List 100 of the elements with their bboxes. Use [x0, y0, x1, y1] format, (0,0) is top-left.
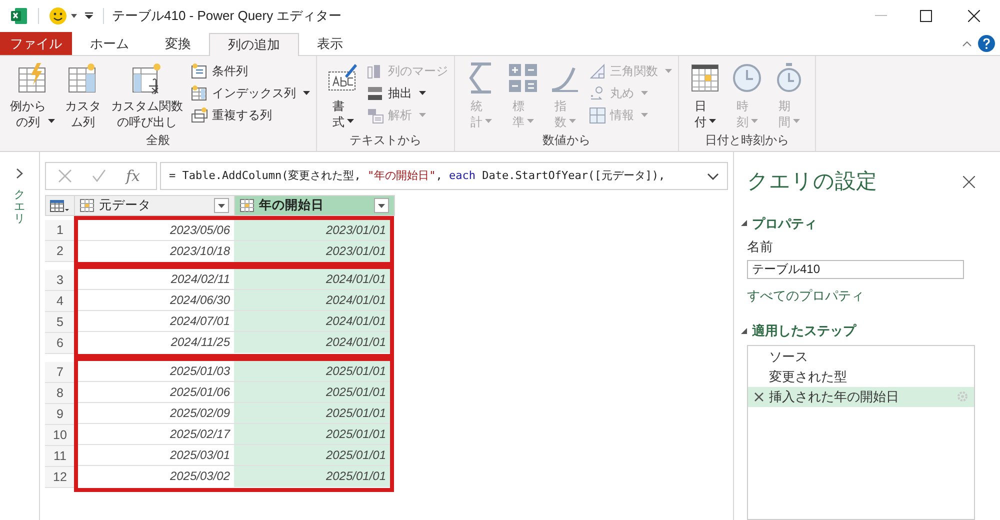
name-field[interactable]: テーブル410 — [747, 260, 964, 279]
caret-icon — [346, 119, 354, 123]
filter-dropdown-icon[interactable] — [214, 198, 229, 213]
row-number: 6 — [45, 333, 75, 354]
caret-icon — [419, 91, 426, 95]
button-label: カスタム関数 — [111, 98, 183, 114]
ribbon-button[interactable]: カスタム関数 の呼び出し — [107, 62, 187, 131]
ribbon-tab[interactable]: 列の追加 — [209, 33, 299, 56]
ribbon-button[interactable]: 例から の列 — [6, 62, 59, 131]
section-heading: プロパティ — [752, 214, 817, 232]
row-number: 10 — [45, 425, 75, 446]
check-icon[interactable] — [92, 169, 106, 183]
group-label: 数値から — [542, 132, 592, 149]
table-cell: 2025/01/01 — [234, 403, 390, 423]
button-label: 書 — [332, 98, 344, 114]
collapse-ribbon-icon[interactable] — [962, 41, 972, 47]
extract-icon — [367, 84, 384, 102]
table-cell: 2025/01/01 — [234, 361, 390, 381]
button-label: 式 — [332, 114, 344, 130]
caret-icon — [303, 91, 310, 95]
table-cell: 2025/01/01 — [234, 445, 390, 465]
collapse-triangle-icon[interactable] — [741, 328, 747, 334]
row-number: 12 — [45, 467, 75, 488]
caret-icon — [419, 113, 426, 117]
clock-icon — [731, 62, 763, 94]
button-label: 刻 — [736, 114, 748, 130]
lightning-table-icon — [16, 62, 48, 94]
delete-step-icon[interactable] — [754, 392, 764, 402]
step-item[interactable]: 挿入された年の開始日 — [748, 386, 974, 407]
maximize-icon[interactable] — [920, 10, 932, 22]
pane-title: クエリの設定 — [747, 169, 878, 195]
ribbon-button[interactable]: 条件列 — [191, 62, 310, 80]
info-grid-icon — [589, 106, 606, 124]
file-tab[interactable]: ファイル — [0, 32, 72, 55]
close-icon[interactable] — [968, 10, 980, 22]
table-cell: 2023/01/01 — [234, 241, 390, 262]
insert-function-button[interactable]: fx — [126, 164, 140, 188]
step-item[interactable]: 変更された型 — [748, 366, 974, 387]
button-label: 期 — [778, 98, 790, 114]
ribbon-tab[interactable]: 表示 — [299, 32, 361, 55]
calendar-icon — [689, 62, 721, 94]
parse-icon — [367, 106, 384, 124]
button-label: 例から — [10, 98, 46, 114]
ribbon-button[interactable]: 重複する列 — [191, 106, 310, 124]
row-number: 7 — [45, 362, 75, 383]
smiley-icon[interactable] — [49, 7, 67, 25]
button-label: の呼び出し — [117, 114, 177, 130]
table-cell: 2025/01/01 — [234, 466, 390, 487]
table-cell: 2024/01/01 — [234, 332, 390, 353]
table-function-icon — [131, 62, 163, 94]
column-header[interactable]: 年の開始日 — [235, 195, 395, 216]
customize-icon[interactable] — [83, 11, 95, 21]
table-cell: 2023/01/01 — [234, 220, 390, 240]
row-number: 3 — [45, 270, 75, 291]
button-label: 日 — [694, 98, 706, 114]
window-title: テーブル410 - Power Query エディター — [112, 7, 342, 26]
help-icon[interactable] — [978, 35, 995, 52]
ribbon-button[interactable]: カスタ ム列 — [61, 62, 105, 131]
collapse-triangle-icon[interactable] — [741, 220, 747, 226]
button-label: 計 — [470, 114, 482, 130]
table-cell: 2025/01/01 — [234, 382, 390, 402]
caret-icon — [792, 119, 800, 123]
close-icon[interactable] — [963, 176, 975, 188]
step-item[interactable]: ソース — [748, 346, 974, 367]
properties-link[interactable]: すべてのプロパティ — [747, 286, 864, 306]
row-number: 9 — [45, 404, 75, 425]
table-cell: 2025/01/01 — [234, 424, 390, 444]
table-menu-icon[interactable] — [50, 200, 70, 212]
row-number: 5 — [45, 312, 75, 333]
queries-pane-label[interactable]: クエリ — [14, 189, 25, 226]
formula-field[interactable]: = Table.AddColumn(変更された型, "年の開始日", each Date.StartOfYear([元データ]), — [160, 162, 728, 190]
button-label: 間 — [778, 114, 790, 130]
calendar-icon — [240, 199, 254, 212]
filter-dropdown-icon[interactable] — [374, 198, 389, 213]
column-header[interactable]: 元データ — [75, 195, 235, 216]
row-number: 1 — [45, 220, 75, 241]
table-cell: 2024/01/01 — [234, 311, 390, 331]
ribbon-button[interactable]: 書 式 — [323, 62, 363, 131]
ribbon-button[interactable]: 日 付 — [685, 62, 725, 131]
ribbon-tab[interactable]: ホーム — [72, 32, 147, 55]
caret-icon — [708, 119, 716, 123]
caret-icon — [641, 113, 648, 117]
button-label: カスタ — [65, 98, 101, 114]
button-label: の列 — [16, 114, 40, 130]
caret-icon — [48, 119, 55, 123]
expand-icon[interactable] — [16, 168, 23, 179]
chevron-down-icon[interactable] — [707, 172, 719, 180]
triangle-ruler-icon — [589, 62, 606, 80]
ribbon-tab[interactable]: 変換 — [147, 32, 209, 55]
row-number: 2 — [45, 241, 75, 262]
button-label: 統 — [470, 98, 482, 114]
row-number: 8 — [45, 383, 75, 404]
excel-icon[interactable] — [10, 7, 28, 25]
ribbon-button[interactable]: 抽出 — [367, 84, 448, 102]
row-number: 4 — [45, 291, 75, 312]
row-number: 11 — [45, 446, 75, 467]
ribbon-button[interactable]: インデックス列 — [191, 84, 310, 102]
calculator-icon — [507, 62, 539, 94]
table-cell: 2024/01/01 — [234, 269, 390, 289]
caret-icon[interactable] — [69, 13, 79, 19]
